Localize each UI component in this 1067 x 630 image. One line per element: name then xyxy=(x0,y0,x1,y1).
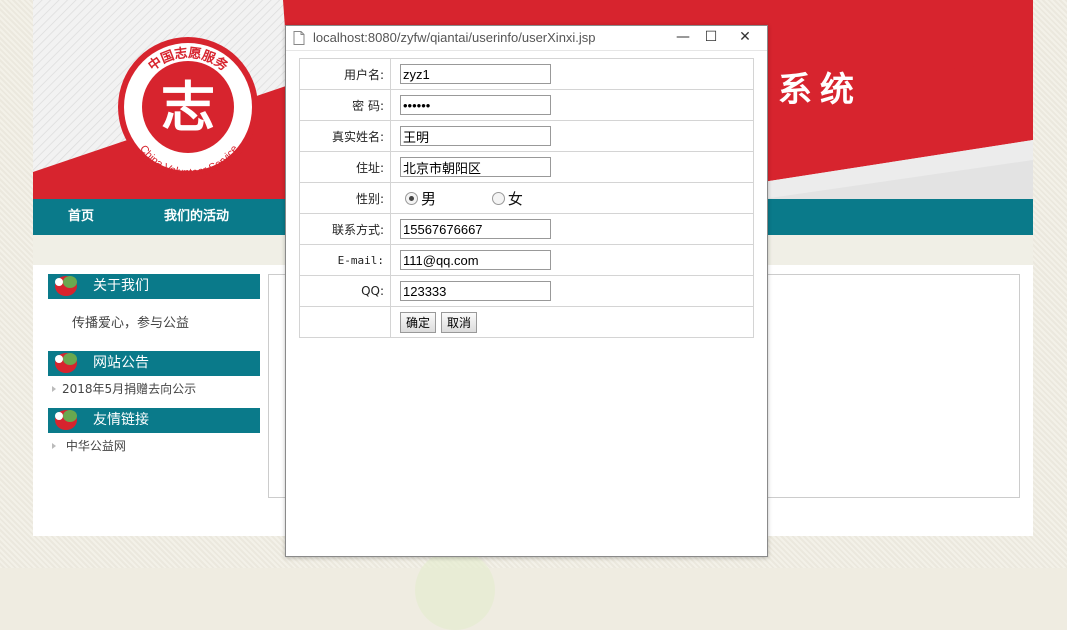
document-icon xyxy=(293,31,305,45)
form-row-address: 住址: xyxy=(299,151,754,183)
form-row-password: 密 码: xyxy=(299,89,754,121)
popup-titlebar[interactable]: localhost:8080/zyfw/qiantai/userinfo/use… xyxy=(286,26,767,51)
gender-male-option[interactable]: 男 xyxy=(405,188,436,209)
triangle-bullet-icon xyxy=(52,443,56,449)
popup-window: localhost:8080/zyfw/qiantai/userinfo/use… xyxy=(285,25,768,557)
svg-text:志: 志 xyxy=(161,75,215,139)
qq-input[interactable] xyxy=(400,281,551,301)
form-row-qq: QQ: xyxy=(299,275,754,307)
friend-link-label: 中华公益网 xyxy=(65,439,126,453)
form-row-username: 用户名: xyxy=(299,58,754,90)
form-row-gender: 性别: 男 女 xyxy=(299,182,754,214)
nav-home[interactable]: 首页 xyxy=(68,199,94,235)
sidebar-about-title: 关于我们 xyxy=(93,278,149,294)
realname-label: 真实姓名: xyxy=(299,120,391,152)
password-label: 密 码: xyxy=(299,89,391,121)
email-input[interactable] xyxy=(400,250,551,270)
confirm-button[interactable]: 确定 xyxy=(400,311,437,333)
username-label: 用户名: xyxy=(299,58,391,90)
gender-female-option[interactable]: 女 xyxy=(491,188,523,209)
close-button[interactable]: ✕ xyxy=(731,26,759,48)
sidebar-links-header: 友情链接 xyxy=(48,408,260,433)
popup-url: localhost:8080/zyfw/qiantai/userinfo/use… xyxy=(313,30,596,45)
password-input[interactable] xyxy=(400,95,551,115)
user-info-form: 用户名: 密 码: 真实姓名: 住址: 性别: 男 女 xyxy=(299,58,754,338)
radio-male[interactable] xyxy=(405,191,418,205)
radio-female[interactable] xyxy=(491,191,505,205)
phone-input[interactable] xyxy=(400,219,551,239)
notice-item[interactable]: 2018年5月捐赠去向公示 xyxy=(52,380,196,397)
form-row-phone: 联系方式: xyxy=(299,213,754,245)
sidebar-about-text: 传播爱心，参与公益 xyxy=(72,316,190,331)
minimize-button[interactable]: — xyxy=(669,26,697,48)
sidebar-notice-header: 网站公告 xyxy=(48,351,260,376)
sidebar-about-header: 关于我们 xyxy=(48,274,260,299)
realname-input[interactable] xyxy=(400,126,551,146)
phone-label: 联系方式: xyxy=(299,213,391,245)
bird-icon xyxy=(55,410,77,430)
gender-label: 性别: xyxy=(299,182,391,214)
sidebar-notice-title: 网站公告 xyxy=(93,355,149,371)
form-row-realname: 真实姓名: xyxy=(299,120,754,152)
notice-item-label: 2018年5月捐赠去向公示 xyxy=(62,382,197,396)
form-row-actions: 确定 取消 xyxy=(299,306,754,338)
decorative-circle xyxy=(415,550,495,630)
form-row-email: E-mail: xyxy=(299,244,754,276)
address-label: 住址: xyxy=(299,151,391,183)
nav-activities[interactable]: 我们的活动 xyxy=(164,199,229,235)
bird-icon xyxy=(55,353,77,373)
qq-label: QQ: xyxy=(299,275,391,307)
address-input[interactable] xyxy=(400,157,551,177)
gender-male-label: 男 xyxy=(421,189,437,208)
email-label: E-mail: xyxy=(299,244,391,276)
gender-female-label: 女 xyxy=(507,189,523,208)
cancel-button[interactable]: 取消 xyxy=(441,311,478,333)
maximize-button[interactable]: ☐ xyxy=(697,26,725,48)
banner-title: 系统 xyxy=(778,70,862,110)
username-input[interactable] xyxy=(400,64,551,84)
sidebar-links-title: 友情链接 xyxy=(93,412,149,428)
bird-icon xyxy=(55,276,77,296)
friend-link-item[interactable]: 中华公益网 xyxy=(52,437,126,454)
triangle-bullet-icon xyxy=(52,386,56,392)
